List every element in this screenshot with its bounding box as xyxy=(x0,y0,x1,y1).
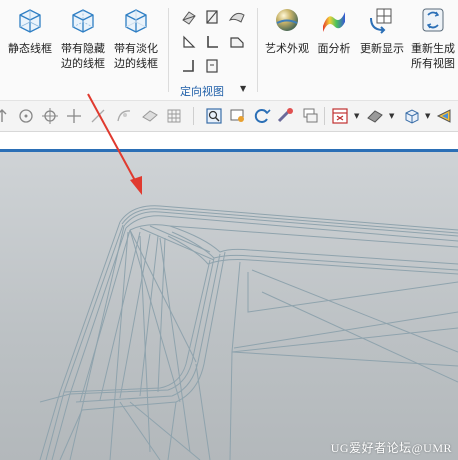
view-left-icon[interactable] xyxy=(180,33,198,51)
hidden-edge-wireframe-label: 带有隐藏 边的线框 xyxy=(61,42,105,70)
snap-point-icon[interactable] xyxy=(16,106,36,126)
static-wireframe-button[interactable]: 静态线框 xyxy=(4,6,56,56)
zoom-window-icon[interactable] xyxy=(228,106,248,126)
update-display-button[interactable]: 更新显示 xyxy=(356,6,408,56)
update-display-icon xyxy=(370,8,392,34)
snap-center-icon[interactable] xyxy=(40,106,60,126)
wireframe-model xyxy=(39,205,458,460)
face-analysis-icon xyxy=(323,12,345,32)
regenerate-views-icon xyxy=(422,8,444,32)
snap-face-icon[interactable] xyxy=(140,106,160,126)
display-mode-dropdown-icon[interactable]: ▼ xyxy=(354,112,359,120)
view-front-icon[interactable] xyxy=(203,8,221,26)
watermark-text: UG爱好者论坛@UMR xyxy=(330,441,452,455)
update-display-label: 更新显示 xyxy=(360,42,404,55)
shaded-icon[interactable] xyxy=(365,106,385,126)
selection-toolbar: ▼ ▼ ▼ xyxy=(0,101,458,132)
toolbar-separator xyxy=(193,107,194,125)
face-analysis-label: 面分析 xyxy=(317,42,351,55)
view-trimetric-icon[interactable] xyxy=(203,57,221,75)
regenerate-all-views-button[interactable]: 重新生成 所有视图 xyxy=(407,6,458,71)
shaded-dropdown-icon[interactable]: ▼ xyxy=(389,112,394,120)
view-iso-icon[interactable] xyxy=(228,8,246,26)
view-cube-dropdown-icon[interactable]: ▼ xyxy=(425,112,430,120)
rotate-icon[interactable] xyxy=(252,106,272,126)
hidden-edge-cube-icon xyxy=(72,9,94,33)
wireframe-cube-icon xyxy=(19,9,41,33)
face-analysis-button[interactable]: 面分析 xyxy=(313,6,355,56)
graphics-window[interactable]: UG爱好者论坛@UMR xyxy=(0,152,458,460)
layers-icon[interactable] xyxy=(300,106,320,126)
view-top-left-icon[interactable] xyxy=(180,8,198,26)
view-cube-icon[interactable] xyxy=(402,106,422,126)
tab-strip xyxy=(0,132,458,149)
dimmed-edge-cube-icon xyxy=(125,9,147,33)
artistic-appearance-label: 艺术外观 xyxy=(265,42,309,55)
snap-intersection-icon[interactable] xyxy=(64,106,84,126)
hidden-edge-wireframe-button[interactable]: 带有隐藏 边的线框 xyxy=(57,6,109,71)
dimmed-edge-wireframe-label: 带有淡化 边的线框 xyxy=(114,42,158,70)
toolbar-separator xyxy=(324,107,325,125)
sphere-icon xyxy=(276,9,298,31)
view-bottom-icon[interactable] xyxy=(203,33,221,51)
group-dropdown-icon[interactable]: ▼ xyxy=(240,84,246,93)
display-mode-icon[interactable] xyxy=(330,106,350,126)
orient-view-group-label[interactable]: 定向视图 xyxy=(180,83,224,99)
ribbon-separator xyxy=(257,8,258,92)
view-right-icon[interactable] xyxy=(228,33,246,51)
static-wireframe-label: 静态线框 xyxy=(8,42,52,55)
ribbon: 静态线框 带有隐藏 边的线框 带有淡化 边的线框 定向视图 ▼ 艺术外观 面分析… xyxy=(0,0,458,101)
snap-grid-icon[interactable] xyxy=(164,106,184,126)
view-back-icon[interactable] xyxy=(180,57,198,75)
triad-icon[interactable] xyxy=(434,106,454,126)
ribbon-separator xyxy=(168,8,169,92)
arrow-icon[interactable] xyxy=(0,106,14,126)
snap-line-icon[interactable] xyxy=(88,106,108,126)
dimmed-edge-wireframe-button[interactable]: 带有淡化 边的线框 xyxy=(110,6,162,71)
artistic-appearance-button[interactable]: 艺术外观 xyxy=(261,6,313,56)
pan-icon[interactable] xyxy=(276,106,296,126)
fit-view-icon[interactable] xyxy=(204,106,224,126)
regenerate-all-views-label: 重新生成 所有视图 xyxy=(411,42,455,70)
snap-curve-icon[interactable] xyxy=(114,106,134,126)
